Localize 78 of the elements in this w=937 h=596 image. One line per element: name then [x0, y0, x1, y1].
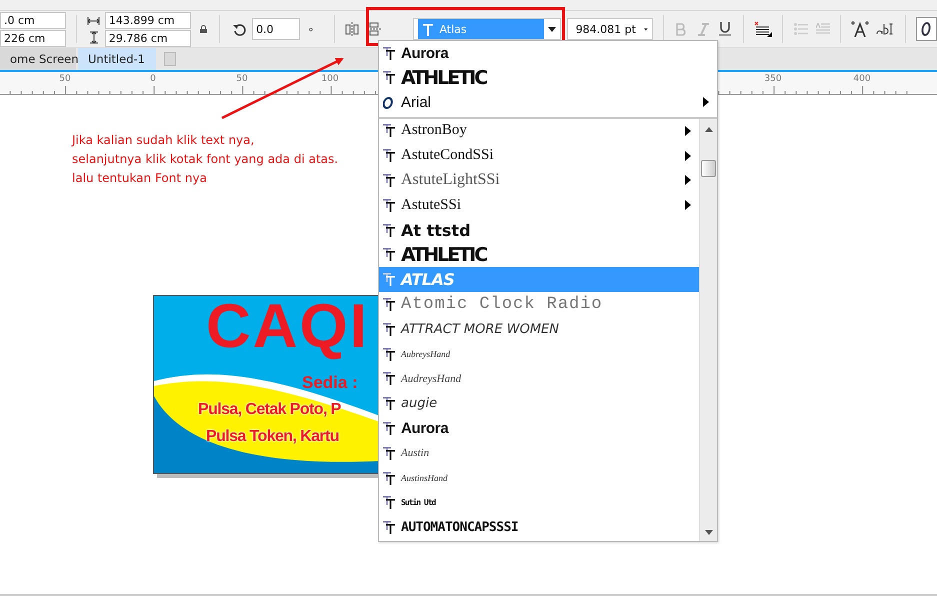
- ruler-label: 350: [764, 74, 782, 84]
- ruler-label: 100: [321, 74, 339, 84]
- font-type-icon: [383, 248, 395, 262]
- font-type-icon: [383, 124, 395, 138]
- font-type-icon: [383, 224, 395, 237]
- font-menu-item[interactable]: AustinsHand: [379, 466, 699, 490]
- font-type-icon: [383, 71, 395, 84]
- character-format-icon[interactable]: [851, 21, 870, 37]
- lock-icon[interactable]: [200, 25, 207, 33]
- font-type-icon: [383, 273, 395, 286]
- italic-o-icon: [383, 96, 395, 109]
- underline-icon[interactable]: [719, 22, 732, 36]
- font-menu-item[interactable]: At ttstd: [379, 218, 699, 242]
- font-name: Atlas: [439, 22, 467, 36]
- mirror-vertical-icon[interactable]: [367, 22, 382, 36]
- font-menu-item[interactable]: AstuteLightSSi: [379, 168, 699, 193]
- font-type-icon: [383, 348, 395, 361]
- font-menu-item[interactable]: Sutin Utd: [379, 490, 699, 516]
- height-arrow-icon: [90, 30, 98, 44]
- ruler-label: 50: [236, 74, 248, 84]
- degree-label: °: [308, 26, 314, 39]
- mirror-horizontal-icon[interactable]: [345, 22, 360, 36]
- ruler-label: 400: [853, 74, 871, 84]
- font-type-icon: [383, 446, 395, 460]
- font-menu-item[interactable]: Aurora: [379, 41, 717, 66]
- banner-text: Pulsa Token, Kartu: [206, 429, 339, 445]
- font-style-button[interactable]: [916, 17, 937, 41]
- paragraph-align-icon[interactable]: [754, 21, 772, 37]
- dropdown-caret-icon: [548, 26, 556, 32]
- font-type-icon: [383, 198, 395, 212]
- font-size-dropdown[interactable]: 984.081 pt: [566, 18, 653, 40]
- ruler-label: 0: [150, 74, 156, 84]
- scroll-down-icon[interactable]: [704, 530, 712, 535]
- font-menu-item[interactable]: Aurora: [379, 416, 699, 441]
- width-field[interactable]: 143.899 cm: [104, 12, 191, 28]
- edit-text-icon[interactable]: [876, 23, 894, 35]
- italic-o-icon: [920, 22, 932, 36]
- font-type-icon: [383, 472, 395, 485]
- font-menu-item[interactable]: AstuteCondSSi: [379, 143, 699, 168]
- font-type-icon: [383, 46, 395, 60]
- font-type-icon: [383, 397, 395, 410]
- dropdown-caret-icon: [644, 26, 648, 32]
- font-type-icon: [383, 372, 395, 386]
- font-menu-item[interactable]: AudreysHand: [379, 366, 699, 392]
- scrollbar[interactable]: [699, 118, 717, 541]
- angle-field[interactable]: 0.0: [252, 18, 300, 40]
- x-position-field[interactable]: .0 cm: [0, 12, 66, 28]
- font-menu-item[interactable]: Arial: [379, 90, 717, 114]
- font-menu-item[interactable]: AstuteSSi: [379, 192, 699, 218]
- banner-title: CAQI: [206, 296, 369, 358]
- font-type-icon: [383, 322, 395, 336]
- height-field[interactable]: 29.786 cm: [104, 30, 191, 46]
- font-menu-item[interactable]: AstronBoy: [379, 118, 699, 144]
- y-position-field[interactable]: 226 cm: [0, 30, 66, 46]
- font-menu-item[interactable]: ATTRACT MORE WOMEN: [379, 316, 699, 342]
- font-menu-item[interactable]: AUTOMATONCAPSSSI: [379, 515, 699, 540]
- annotation-text: Jika kalian sudah klik text nya, selanjutnya klik kotak font yang ada di atas. lalu tentukan Font nya: [72, 132, 338, 187]
- font-menu-item[interactable]: Atomic Clock Radio: [379, 292, 699, 317]
- scroll-thumb[interactable]: [701, 160, 716, 176]
- width-arrow-icon: [87, 17, 100, 25]
- font-type-icon: [383, 422, 395, 435]
- font-menu-item[interactable]: augie: [379, 391, 699, 416]
- rotate-icon: [232, 22, 246, 36]
- font-type-icon: [383, 521, 395, 534]
- font-menu-item[interactable]: ATHLETIC: [379, 242, 699, 268]
- banner-subtitle: Sedia :: [302, 374, 358, 391]
- font-type-icon: [383, 496, 395, 510]
- font-type-icon: [422, 22, 434, 36]
- document-tab[interactable]: Untitled-1: [78, 48, 156, 70]
- font-menu-item[interactable]: ATHLETIC: [379, 66, 717, 90]
- font-type-icon: [383, 174, 395, 187]
- font-type-icon: [383, 149, 395, 162]
- font-type-icon: [383, 298, 395, 311]
- document-tab[interactable]: ome Screen: [0, 48, 76, 70]
- font-menu-item[interactable]: Austin: [379, 440, 699, 466]
- ruler-label: 50: [59, 74, 71, 84]
- font-menu-item[interactable]: AubreysHand: [379, 342, 699, 366]
- scroll-up-icon[interactable]: [704, 126, 712, 132]
